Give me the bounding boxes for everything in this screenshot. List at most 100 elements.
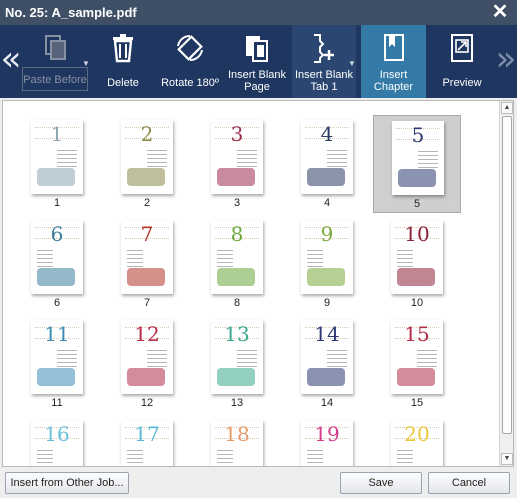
page-preview-number: 6 (50, 222, 64, 246)
page-number-label: 7 (143, 297, 151, 309)
insert-tab-icon (308, 32, 340, 64)
page-thumbnail[interactable]: 77 (103, 215, 191, 313)
page-thumbnail[interactable]: 1919 (283, 415, 371, 466)
insert-blank-page-icon (241, 32, 273, 64)
page-number-label: 5 (413, 198, 421, 210)
page-illustration (217, 268, 255, 286)
page-illustration (217, 168, 255, 186)
page-illustration (127, 268, 165, 286)
page-thumbnail[interactable]: 13 13 (193, 315, 281, 413)
page-preview-number: 12 (134, 322, 160, 346)
page-illustration (397, 268, 435, 286)
delete-label: Delete (107, 77, 139, 89)
page-thumbnail[interactable]: 11 (13, 115, 101, 213)
cancel-button[interactable]: Cancel (428, 472, 510, 494)
page-thumbnail[interactable]: 2020 (373, 415, 461, 466)
page-thumbnail[interactable]: 22 (103, 115, 191, 213)
page-illustration (217, 368, 255, 386)
paste-before-button: ▼ Paste Before (22, 25, 90, 98)
page-preview: 6 (31, 220, 83, 294)
close-icon[interactable]: ✕ (491, 2, 509, 22)
page-preview: 14 (301, 320, 353, 394)
scrollbar-thumb[interactable] (502, 116, 512, 434)
page-preview: 9 (301, 220, 353, 294)
insert-blank-page-button[interactable]: Insert Blank Page (224, 25, 290, 98)
page-illustration (397, 368, 435, 386)
page-thumbnail[interactable]: 11 11 (13, 315, 101, 413)
page-number-label: 14 (320, 397, 334, 409)
page-thumbnail[interactable]: 1616 (13, 415, 101, 466)
page-illustration (307, 368, 345, 386)
page-illustration (37, 368, 75, 386)
trash-icon (107, 32, 139, 64)
page-preview: 1 (31, 120, 83, 194)
page-preview-number: 4 (320, 122, 334, 146)
insert-from-other-job-button[interactable]: Insert from Other Job... (5, 472, 129, 494)
page-thumbnail[interactable]: 1818 (193, 415, 281, 466)
page-thumbnail[interactable]: 55 (373, 115, 461, 213)
page-preview-number: 13 (224, 322, 250, 346)
page-preview: 7 (121, 220, 173, 294)
paste-icon (39, 32, 71, 64)
page-preview: 15 (391, 320, 443, 394)
page-thumbnail[interactable]: 12 12 (103, 315, 191, 413)
page-preview-number: 5 (411, 123, 425, 147)
page-number-label: 1 (53, 197, 61, 209)
delete-button[interactable]: Delete (96, 25, 150, 98)
scroll-up-icon[interactable]: ▲ (501, 102, 513, 114)
page-preview: 2 (121, 120, 173, 194)
page-number-label: 15 (410, 397, 424, 409)
page-preview-number: 14 (314, 322, 340, 346)
page-number-label: 8 (233, 297, 241, 309)
thumbnail-grid: 1 1 2 2 3 3 4 4 5 5 6 6 7 7 8 8 9 9 10 10 11 11 12 12 13 13 14 14 15… (7, 101, 497, 466)
page-preview-number: 1 (50, 122, 64, 146)
page-preview: 10 (391, 220, 443, 294)
page-thumbnail[interactable]: 33 (193, 115, 281, 213)
page-preview-number: 16 (44, 422, 70, 446)
vertical-scrollbar[interactable]: ▲ ▼ (499, 101, 513, 466)
page-number-label: 6 (53, 297, 61, 309)
page-thumbnail[interactable]: 15 15 (373, 315, 461, 413)
page-number-label: 9 (323, 297, 331, 309)
rotate-180-button[interactable]: Rotate 180º (158, 25, 222, 98)
save-button[interactable]: Save (340, 472, 422, 494)
page-preview: 3 (211, 120, 263, 194)
page-thumbnail[interactable]: 10 10 (373, 215, 461, 313)
page-preview: 12 (121, 320, 173, 394)
page-illustration (398, 169, 436, 187)
rotate-label: Rotate 180º (161, 77, 219, 89)
page-preview-number: 17 (134, 422, 160, 446)
page-illustration (307, 268, 345, 286)
page-thumbnail[interactable]: 88 (193, 215, 281, 313)
page-thumbnail[interactable]: 1717 (103, 415, 191, 466)
page-preview-number: 8 (230, 222, 244, 246)
insert-blank-tab-label: Insert Blank Tab 1 (294, 69, 354, 93)
page-preview: 5 (392, 121, 444, 195)
page-illustration (307, 168, 345, 186)
preview-button[interactable]: Preview (432, 25, 492, 98)
page-edit-toolbar: « ▼ Paste Before Delete Rotate 180º Inse… (0, 25, 517, 98)
insert-chapter-button[interactable]: Insert Chapter (361, 25, 426, 98)
page-illustration (37, 268, 75, 286)
page-thumbnail[interactable]: 66 (13, 215, 101, 313)
page-number-label: 2 (143, 197, 151, 209)
page-preview-number: 3 (230, 122, 244, 146)
page-thumbnail-viewer: 1 1 2 2 3 3 4 4 5 5 6 6 7 7 8 8 9 9 10 10 11 11 12 12 13 13 14 14 15… (2, 100, 514, 467)
page-preview: 4 (301, 120, 353, 194)
page-preview-number: 2 (140, 122, 154, 146)
scroll-down-icon[interactable]: ▼ (501, 453, 513, 465)
preview-label: Preview (442, 77, 482, 89)
page-thumbnail[interactable]: 14 14 (283, 315, 371, 413)
rotate-icon (174, 32, 206, 64)
page-thumbnail[interactable]: 99 (283, 215, 371, 313)
page-preview-number: 10 (404, 222, 430, 246)
page-preview-number: 15 (404, 322, 430, 346)
insert-blank-tab-button[interactable]: ▼ Insert Blank Tab 1 (292, 25, 356, 98)
page-thumbnail[interactable]: 44 (283, 115, 371, 213)
toolbar-scroll-left-icon[interactable]: « (0, 39, 22, 79)
page-preview: 16 (31, 420, 83, 466)
dialog-footer: Insert from Other Job... Save Cancel (0, 467, 517, 498)
page-number-label: 13 (230, 397, 244, 409)
window-title: No. 25: A_sample.pdf (5, 5, 137, 20)
toolbar-scroll-right-icon[interactable]: » (495, 39, 517, 79)
